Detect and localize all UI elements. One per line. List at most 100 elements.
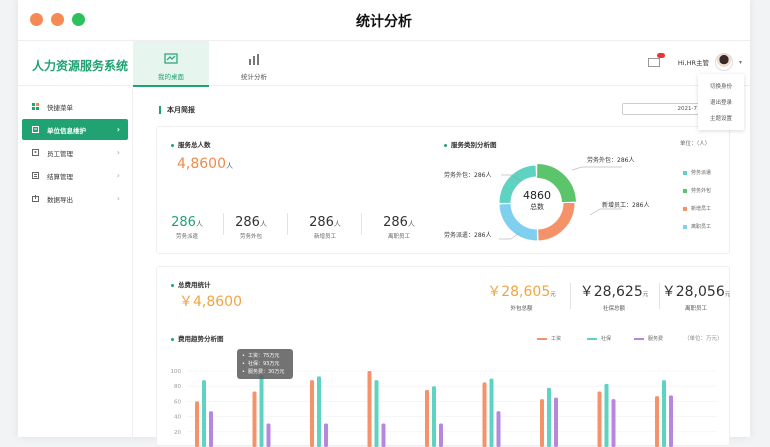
main-content: 本月简报 2021-7 服务总人数 4,8600人 286人 劳务派遣 286人… [139, 96, 750, 447]
app-window: 统计分析 人力资源服务系统 我的桌面 统计分析 Hi,HR主管 ▾ 切换身份 退… [18, 0, 750, 447]
bar-service-fee[interactable] [439, 423, 443, 447]
bar-service-fee[interactable] [611, 399, 616, 447]
bar-social[interactable] [432, 386, 436, 447]
donut-label-outsource-top: 劳务外包：286人 [587, 157, 635, 164]
service-total-value-wrap: 4,8600人 [177, 153, 233, 172]
sidebar-item-data-export[interactable]: 数据导出 › [22, 188, 128, 209]
y-tick-label: 40 [174, 415, 181, 421]
bar-salary[interactable] [367, 371, 372, 447]
cost-title: 总费用统计 [171, 279, 211, 289]
legend-label: 劳务派遣 [691, 170, 712, 176]
sidebar-item-employees[interactable]: 员工管理 › [22, 142, 128, 163]
donut-label-dispatch: 劳务派遣：286人 [444, 232, 492, 239]
user-name: Hi,HR主管 [677, 59, 709, 67]
chevron-right-icon: › [116, 171, 120, 180]
legend-dispatch: 劳务派遣 [683, 169, 711, 176]
logout-item[interactable]: 退出登录 [698, 94, 744, 110]
notification-badge [656, 52, 665, 58]
sidebar-item-quick-menu[interactable]: 快捷菜单 [22, 96, 128, 117]
legend-label: 新增员工 [691, 206, 712, 212]
bar-salary[interactable] [655, 396, 659, 447]
title-bar: 统计分析 [18, 0, 750, 40]
y-tick-label: 100 [171, 369, 182, 375]
legend-swatch [634, 337, 644, 340]
service-total-unit: 人 [226, 162, 233, 170]
sidebar-item-label: 快捷菜单 [47, 103, 73, 112]
legend-label: 离职员工 [691, 224, 712, 230]
building-icon [32, 126, 39, 133]
legend-salary: 工资 [537, 335, 561, 342]
bar-social[interactable] [604, 383, 609, 447]
sidebar-item-label: 数据导出 [47, 195, 73, 204]
mail-icon[interactable] [647, 52, 665, 67]
tooltip-service-fee: 服务费：30万元 [242, 368, 288, 376]
legend-label: 服务费 [648, 336, 664, 342]
bar-salary[interactable] [252, 391, 257, 447]
bar-social[interactable] [317, 376, 321, 447]
bar-service-fee[interactable] [209, 411, 213, 447]
export-icon [32, 195, 39, 202]
tab-my-desktop[interactable]: 我的桌面 [133, 41, 209, 87]
bar-salary[interactable] [482, 382, 487, 447]
sidebar-item-unit-info[interactable]: 单位信息维护 › [22, 119, 128, 140]
stat-unit: 人 [333, 220, 341, 228]
legend-resigned: 离职员工 [683, 223, 711, 230]
bar-service-fee[interactable] [381, 423, 386, 447]
bar-salary[interactable] [540, 399, 544, 447]
window-title: 统计分析 [356, 14, 412, 30]
sidebar-item-settlement[interactable]: 结算管理 › [22, 165, 128, 186]
stat-value: 286 [309, 215, 334, 230]
y-tick-label: 80 [174, 384, 181, 390]
legend-swatch [683, 170, 687, 175]
bar-salary[interactable] [195, 401, 199, 447]
legend-swatch [683, 224, 687, 229]
bar-salary[interactable] [597, 391, 602, 447]
tab-label: 统计分析 [241, 73, 267, 81]
tooltip-salary: 工资：75万元 [242, 352, 288, 360]
theme-settings-item[interactable]: 主题设置 [698, 110, 744, 126]
app-header: 人力资源服务系统 我的桌面 统计分析 Hi,HR主管 ▾ [18, 40, 750, 87]
bar-service-fee[interactable] [496, 411, 501, 447]
bar-salary[interactable] [425, 390, 429, 447]
tab-label: 我的桌面 [158, 73, 184, 81]
switch-identity-item[interactable]: 切换身份 [698, 78, 744, 94]
donut-label-outsource: 劳务外包：286人 [444, 172, 492, 179]
legend-swatch [683, 206, 687, 211]
sidebar: 快捷菜单 单位信息维护 › 员工管理 › 结算管理 › 数据导出 › [18, 87, 133, 437]
bar-social[interactable] [259, 374, 264, 447]
bar-service-fee[interactable] [324, 423, 328, 447]
cost-stat-label: 社保总额 [602, 306, 625, 312]
trend-title: 费用趋势分析图 [171, 333, 224, 343]
bar-chart-icon [216, 51, 292, 67]
cost-stat-value: ￥28,625 [579, 284, 643, 300]
divider [570, 283, 571, 309]
donut-unit-label: 单位：（人） [680, 141, 711, 147]
trend-unit-label: （单位：万元） [684, 336, 723, 342]
bar-service-fee[interactable] [266, 423, 271, 447]
bar-service-fee[interactable] [669, 395, 673, 447]
chart-tooltip: 工资：75万元 社保：93万元 服务费：30万元 [237, 349, 293, 379]
y-tick-label: 20 [174, 430, 181, 436]
service-total-value: 4,8600 [177, 156, 226, 172]
avatar[interactable] [714, 53, 733, 71]
bar-service-fee[interactable] [554, 397, 558, 447]
cost-stat-value: ￥28,056 [661, 284, 725, 300]
cost-stat-unit: 元 [642, 292, 649, 298]
legend-swatch [683, 188, 687, 193]
stat-value: 286 [383, 215, 408, 230]
divider [361, 213, 362, 235]
legend-social: 社保 [587, 335, 611, 342]
bar-social[interactable] [547, 387, 551, 447]
sidebar-item-label: 结算管理 [47, 172, 73, 181]
user-dropdown: 切换身份 退出登录 主题设置 [698, 74, 744, 130]
stat-value: 286 [171, 215, 196, 230]
sidebar-item-label: 单位信息维护 [47, 126, 86, 135]
stat-unit: 人 [407, 220, 415, 228]
tooltip-social: 社保：93万元 [242, 360, 288, 368]
report-title: 本月简报 [159, 106, 195, 114]
tab-statistics[interactable]: 统计分析 [216, 41, 292, 87]
stat-unit: 人 [259, 220, 267, 228]
document-icon [32, 172, 39, 179]
legend-service-fee: 服务费 [634, 335, 663, 342]
chevron-down-icon[interactable]: ▾ [739, 59, 742, 66]
